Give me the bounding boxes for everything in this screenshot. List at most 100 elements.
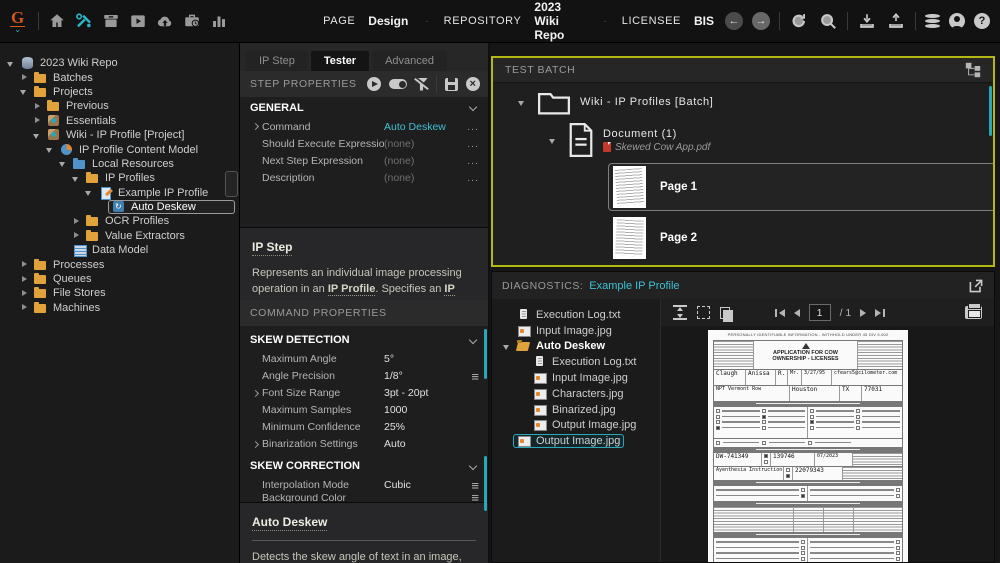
diagnostics-tree-node[interactable]: Input Image.jpg	[502, 323, 660, 339]
expander-icon[interactable]	[71, 230, 82, 241]
diagnostics-tree-node[interactable]: Characters.jpg	[502, 386, 660, 402]
tree-node[interactable]: Processes	[6, 257, 239, 271]
cloud-upload-icon[interactable]	[156, 11, 174, 31]
tree-node-body[interactable]: Binarized.jpg	[529, 403, 620, 417]
skew-detection-section-header[interactable]: SKEW DETECTION	[240, 330, 488, 351]
tree-node-body[interactable]: Example IP Profile	[95, 186, 212, 200]
tree-node[interactable]: Essentials	[6, 114, 239, 128]
expander-icon[interactable]	[45, 144, 56, 155]
tree-node-body[interactable]: Auto Deskew	[108, 200, 235, 214]
expander-open-icon[interactable]	[548, 135, 559, 146]
page-row[interactable]: Page 1	[608, 163, 993, 211]
ip-step-help-title[interactable]: IP Step	[252, 240, 292, 256]
expander-icon[interactable]	[518, 357, 529, 368]
expander-icon[interactable]	[19, 72, 30, 83]
tab-advanced[interactable]: Advanced	[372, 51, 447, 71]
tab-ip-step[interactable]: IP Step	[246, 51, 308, 71]
tree-node-body[interactable]: Value Extractors	[82, 229, 189, 243]
expander-icon[interactable]	[19, 274, 30, 285]
save-icon[interactable]	[445, 78, 458, 91]
expander-icon[interactable]	[32, 115, 43, 126]
property-value[interactable]: (none)	[384, 172, 414, 184]
tree-node-body[interactable]: File Stores	[30, 286, 110, 300]
batch-node[interactable]: Wiki - IP Profiles [Batch]	[517, 88, 983, 116]
refresh-icon[interactable]	[789, 11, 809, 31]
previous-page-icon[interactable]	[794, 309, 800, 317]
property-value[interactable]: 1/8°	[384, 370, 403, 382]
forward-icon[interactable]: →	[752, 12, 770, 30]
page-thumbnail[interactable]	[613, 217, 646, 259]
ip-profile-link[interactable]: IP Profile	[328, 283, 375, 296]
clear-filter-icon[interactable]	[415, 78, 428, 91]
menu-icon[interactable]: ≡	[471, 370, 479, 383]
property-value[interactable]: Auto	[384, 438, 406, 450]
expander-icon[interactable]	[518, 420, 529, 431]
property-value[interactable]: (none)	[384, 138, 414, 150]
document-node[interactable]: Document (1) Skewed Cow App.pdf	[548, 122, 983, 158]
media-play-icon[interactable]	[129, 11, 147, 31]
row-expander-icon[interactable]	[251, 389, 262, 398]
expander-icon[interactable]	[71, 173, 82, 184]
panel-splitter-handle[interactable]	[225, 171, 238, 197]
page-number-input[interactable]	[809, 304, 831, 321]
page-value[interactable]: Design	[368, 14, 408, 28]
tree-node[interactable]: Previous	[6, 99, 239, 113]
tree-node-body[interactable]: Wiki - IP Profile [Project]	[43, 128, 188, 142]
expander-icon[interactable]	[518, 388, 529, 399]
scrollbar-thumb[interactable]	[484, 456, 487, 511]
tree-node[interactable]: Machines	[6, 301, 239, 315]
tree-node-body[interactable]: Characters.jpg	[529, 387, 628, 401]
tab-tester[interactable]: Tester	[311, 51, 369, 71]
property-row[interactable]: Interpolation Mode Cubic ... ≡	[240, 477, 488, 494]
tree-node-body[interactable]: 2023 Wiki Repo	[17, 56, 122, 70]
tree-node-body[interactable]: Auto Deskew	[513, 339, 609, 353]
expander-icon[interactable]	[502, 325, 513, 336]
property-row[interactable]: Should Execute Expression (none) ... ≡	[240, 135, 488, 152]
open-external-icon[interactable]	[968, 278, 984, 294]
expander-icon[interactable]	[97, 202, 108, 213]
property-row[interactable]: Background Color ... ≡	[240, 494, 488, 502]
tree-node[interactable]: Example IP Profile	[6, 186, 239, 200]
tree-node-body[interactable]: Local Resources	[69, 157, 178, 171]
next-page-icon[interactable]	[860, 309, 866, 317]
tree-node[interactable]: Value Extractors	[6, 229, 239, 243]
tree-node-body[interactable]: Projects	[30, 85, 97, 99]
toggle-icon[interactable]	[389, 79, 407, 89]
grooper-logo-icon[interactable]: G⌄	[10, 9, 25, 34]
expander-icon[interactable]	[32, 101, 43, 112]
diagnostics-tree-node[interactable]: Execution Log.txt	[502, 307, 660, 323]
pages-stack-icon[interactable]	[720, 307, 730, 319]
run-step-icon[interactable]	[367, 77, 381, 91]
page-row[interactable]: Page 2	[608, 214, 993, 262]
fit-height-icon[interactable]	[673, 305, 687, 320]
tree-node[interactable]: Wiki - IP Profile [Project]	[6, 128, 239, 142]
property-value[interactable]: 3pt - 20pt	[384, 387, 428, 399]
tree-node[interactable]: IP Profiles	[6, 171, 239, 185]
home-icon[interactable]	[48, 11, 66, 31]
user-icon[interactable]	[949, 13, 965, 29]
diagnostics-tree-node[interactable]: Auto Deskew	[502, 339, 660, 355]
auto-deskew-help-title[interactable]: Auto Deskew	[252, 515, 327, 531]
viewer-canvas[interactable]: PERSONALLY IDENTIFIABLE INFORMATION - WI…	[661, 326, 994, 562]
property-row[interactable]: Font Size Range 3pt - 20pt ... ≡	[240, 385, 488, 402]
property-row[interactable]: Maximum Samples 1000 ... ≡	[240, 402, 488, 419]
expander-icon[interactable]	[518, 404, 529, 415]
property-value[interactable]: 25%	[384, 421, 405, 433]
tree-node-body[interactable]: OCR Profiles	[82, 214, 173, 228]
tree-node[interactable]: Data Model	[6, 243, 239, 257]
stats-bar-chart-icon[interactable]	[210, 11, 228, 31]
expander-icon[interactable]	[19, 86, 30, 97]
tree-node[interactable]: Batches	[6, 70, 239, 84]
tree-node[interactable]: Local Resources	[6, 157, 239, 171]
menu-icon[interactable]: ≡	[471, 494, 479, 502]
upload-icon[interactable]	[886, 11, 906, 31]
tree-node-body[interactable]: Execution Log.txt	[529, 355, 640, 369]
page-thumbnail[interactable]	[613, 166, 646, 208]
close-icon[interactable]: ×	[466, 77, 480, 91]
profile-link[interactable]: Example IP Profile	[589, 280, 679, 292]
tree-node[interactable]: Projects	[6, 85, 239, 99]
tree-node-body[interactable]: Input Image.jpg	[513, 324, 616, 338]
property-value[interactable]: Auto Deskew	[384, 121, 446, 133]
tree-node-body[interactable]: Processes	[30, 258, 108, 272]
tree-node-body[interactable]: IP Profiles	[82, 171, 159, 185]
